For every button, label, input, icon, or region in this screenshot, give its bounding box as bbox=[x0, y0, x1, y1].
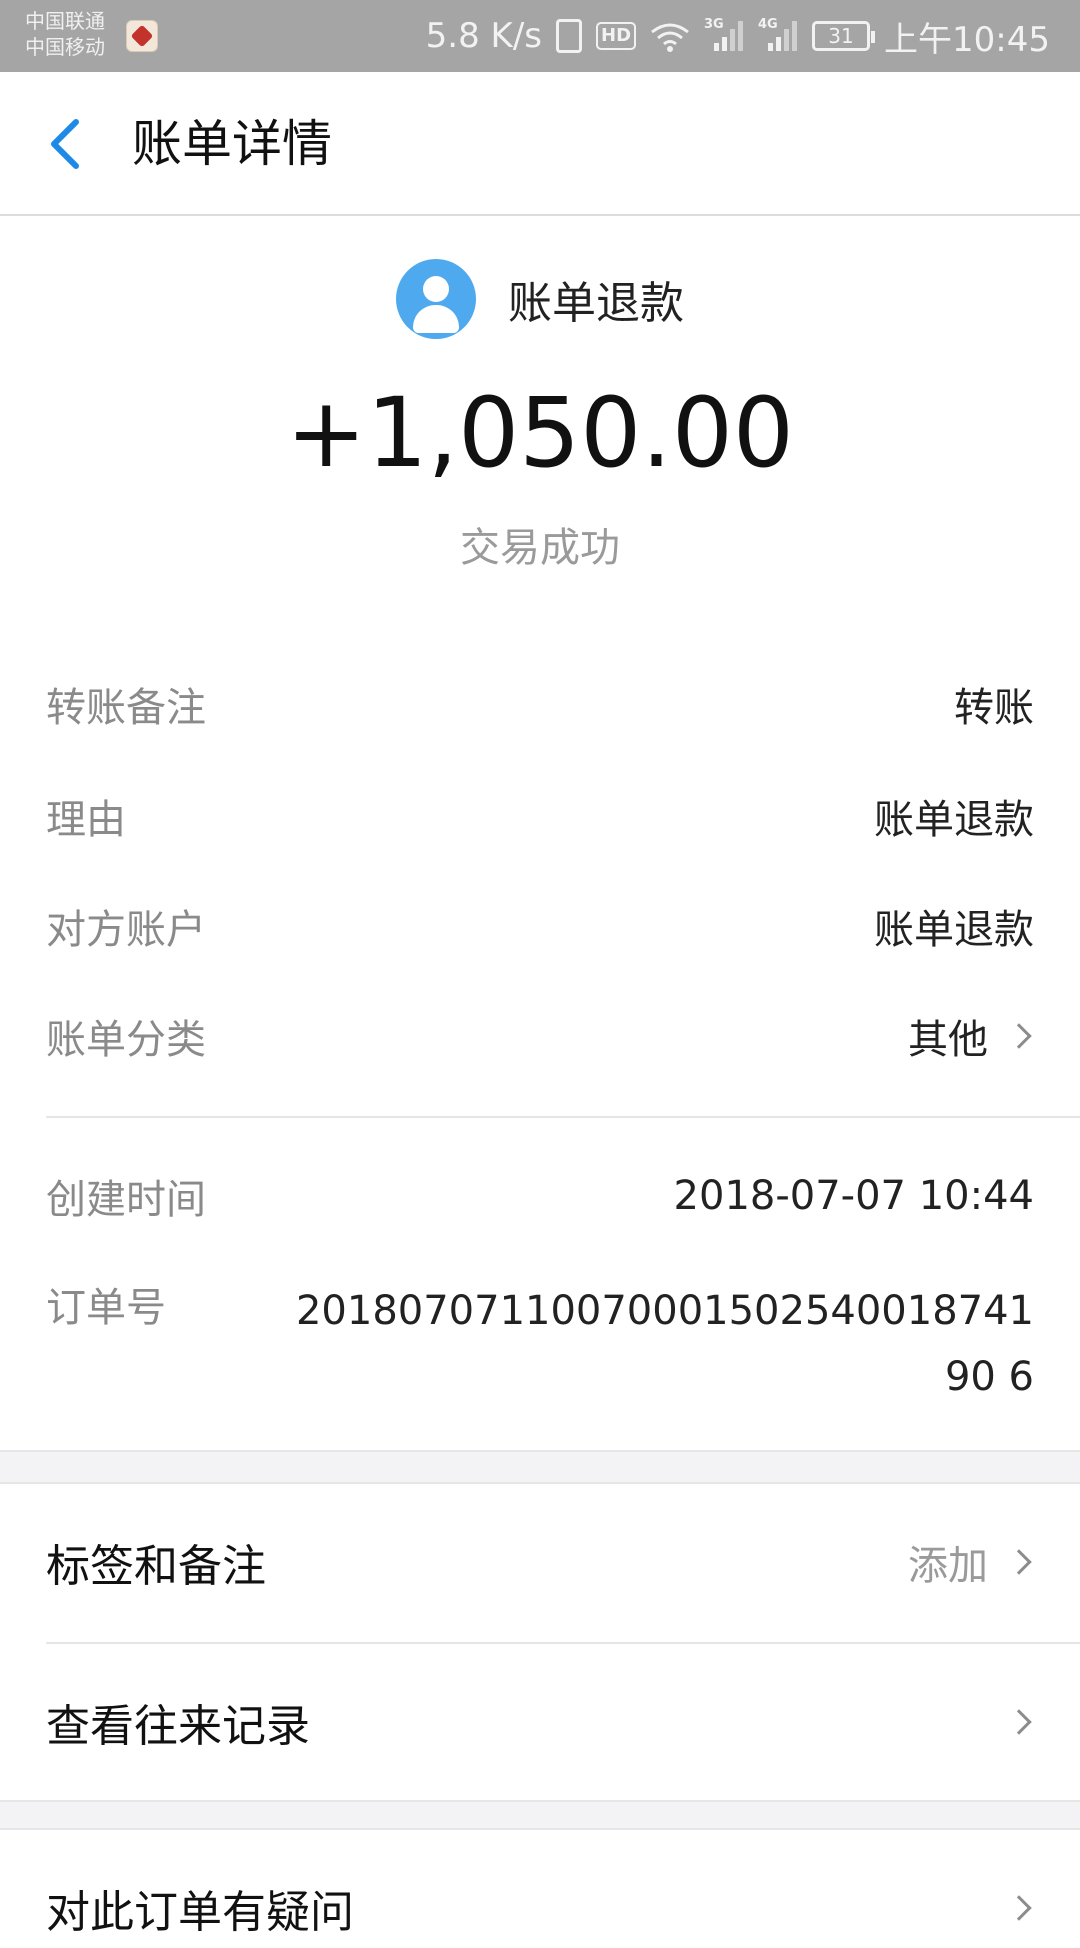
chevron-right-icon bbox=[1006, 1895, 1032, 1921]
back-arrow-icon[interactable] bbox=[46, 118, 86, 170]
tags-notes-row[interactable]: 标签和备注 添加 bbox=[46, 1522, 1034, 1602]
view-history-row[interactable]: 查看往来记录 bbox=[46, 1682, 1034, 1762]
app-header: 账单详情 bbox=[0, 72, 1080, 216]
clock: 上午10:45 bbox=[884, 19, 1050, 60]
remark-value: 转账 bbox=[954, 685, 1034, 731]
order-number: 2018070711007000150254001874190 6 bbox=[295, 1288, 1034, 1400]
wifi-icon bbox=[650, 21, 690, 52]
hd-icon: HD bbox=[596, 22, 637, 50]
view-history-label: 查看往来记录 bbox=[46, 1701, 310, 1752]
signal-3g-icon: 3G bbox=[704, 17, 744, 53]
payee-name: 账单退款 bbox=[508, 278, 684, 329]
signal-4g-icon: 4G bbox=[758, 17, 798, 53]
detail-row-category[interactable]: 账单分类 其他 bbox=[46, 1006, 1034, 1066]
detail-row-reason: 理由 账单退款 bbox=[46, 786, 1034, 846]
remark-label: 转账备注 bbox=[46, 685, 206, 731]
signal-3g-label: 3G bbox=[704, 17, 724, 32]
detail-row-counterparty: 对方账户 账单退款 bbox=[46, 896, 1034, 956]
chevron-right-icon bbox=[1006, 1709, 1032, 1735]
order-question-chevron-wrap bbox=[988, 1895, 1034, 1921]
carrier-names: 中国联通 中国移动 bbox=[25, 8, 105, 60]
created-value: 2018-07-07 10:44 bbox=[673, 1173, 1034, 1219]
carrier-2: 中国移动 bbox=[25, 35, 105, 59]
tags-add-wrap[interactable]: 添加 bbox=[908, 1533, 1034, 1591]
order-question-label: 对此订单有疑问 bbox=[46, 1887, 354, 1938]
user-avatar-icon bbox=[396, 259, 476, 339]
transaction-amount: +1,050.00 bbox=[286, 377, 794, 489]
category-label: 账单分类 bbox=[46, 1017, 206, 1063]
payee-header: 账单退款 bbox=[0, 258, 1080, 340]
counterparty-value: 账单退款 bbox=[874, 907, 1034, 953]
category-value-wrap[interactable]: 其他 bbox=[908, 1007, 1034, 1065]
detail-row-created: 创建时间 2018-07-07 10:44 bbox=[46, 1166, 1034, 1226]
vibrate-icon bbox=[556, 19, 582, 53]
detail-row-order: 订单号 2018070711007000150254001874190 6 bbox=[46, 1278, 1034, 1408]
order-question-row[interactable]: 对此订单有疑问 bbox=[46, 1868, 1034, 1948]
signal-4g-label: 4G bbox=[758, 17, 778, 32]
reason-label: 理由 bbox=[46, 797, 126, 843]
created-label: 创建时间 bbox=[46, 1177, 206, 1223]
tags-add-hint: 添加 bbox=[908, 1543, 988, 1589]
category-value: 其他 bbox=[908, 1017, 988, 1063]
chevron-right-icon bbox=[1006, 1023, 1032, 1049]
chevron-right-icon bbox=[1006, 1549, 1032, 1575]
app-notification-icon bbox=[126, 20, 158, 52]
section-divider bbox=[46, 1116, 1080, 1118]
view-history-chevron-wrap bbox=[988, 1709, 1034, 1735]
reason-value: 账单退款 bbox=[874, 797, 1034, 843]
status-indicators: 5.8 K/s HD 3G 4G 31 上午10:45 bbox=[426, 12, 1050, 60]
page-title: 账单详情 bbox=[132, 115, 332, 173]
section-gap bbox=[0, 1800, 1080, 1830]
detail-row-remark: 转账备注 转账 bbox=[46, 674, 1034, 734]
tags-notes-label: 标签和备注 bbox=[46, 1541, 266, 1592]
transaction-status: 交易成功 bbox=[460, 525, 620, 571]
counterparty-label: 对方账户 bbox=[46, 907, 206, 953]
order-label: 订单号 bbox=[46, 1285, 166, 1331]
status-bar: 中国联通 中国移动 5.8 K/s HD 3G 4G 31 上午10:45 bbox=[0, 0, 1080, 72]
network-speed: 5.8 K/s bbox=[425, 16, 542, 56]
carrier-1: 中国联通 bbox=[25, 9, 105, 33]
battery-icon: 31 bbox=[812, 21, 876, 51]
section-gap bbox=[0, 1450, 1080, 1484]
action-divider bbox=[46, 1642, 1080, 1644]
